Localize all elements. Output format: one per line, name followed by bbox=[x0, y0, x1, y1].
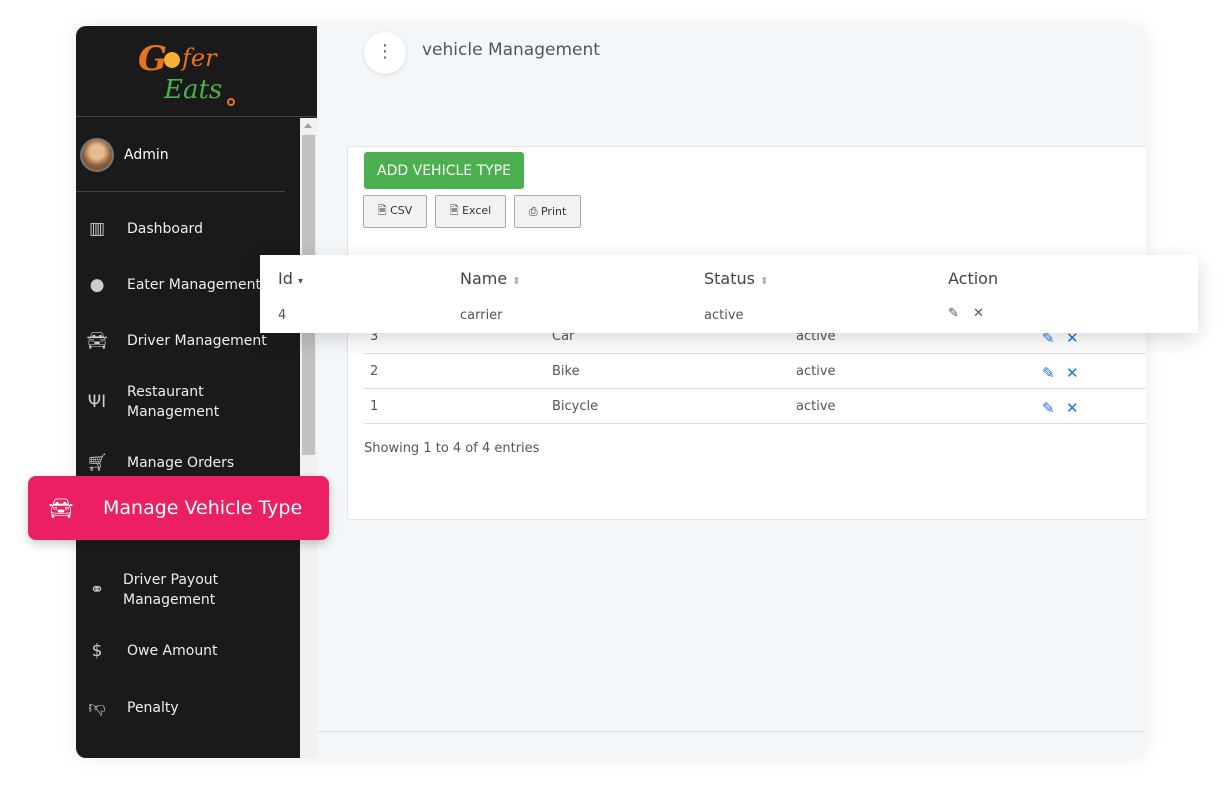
footer-divider bbox=[317, 731, 1146, 732]
sidebar-item-label: Manage Orders bbox=[127, 455, 235, 471]
sidebar-item-manage-orders[interactable]: 🛒︎ Manage Orders bbox=[84, 453, 294, 473]
motorcycle-icon: ⚭ bbox=[89, 580, 105, 600]
sidebar-item-label: Penalty bbox=[127, 699, 179, 716]
delete-icon[interactable]: ✕ bbox=[1066, 399, 1079, 417]
sidebar-item-driver-management[interactable]: 🚘︎ Driver Management bbox=[84, 331, 294, 351]
column-label: Status bbox=[704, 269, 755, 288]
table-info: Showing 1 to 4 of 4 entries bbox=[364, 441, 540, 456]
cell-id: 2 bbox=[370, 364, 379, 379]
sidebar-item-dashboard[interactable]: ▥ Dashboard bbox=[84, 219, 294, 239]
sidebar-item-label: Owe Amount bbox=[127, 643, 218, 659]
divider bbox=[76, 191, 285, 192]
column-label: Name bbox=[460, 269, 508, 288]
delete-icon[interactable]: ✕ bbox=[973, 306, 984, 321]
user-profile[interactable]: Admin bbox=[80, 138, 169, 172]
cart-plus-icon: 🛒︎ bbox=[86, 453, 108, 473]
scroll-up-icon[interactable] bbox=[304, 123, 312, 128]
edit-icon[interactable]: ✎ bbox=[948, 306, 959, 321]
page-title: vehicle Management bbox=[422, 40, 600, 60]
table-row: 2 Bike active ✎ ✕ bbox=[364, 355, 1146, 389]
bar-chart-icon: ▥ bbox=[88, 219, 106, 239]
car-icon: 🚘︎ bbox=[48, 496, 74, 520]
thumbs-down-icon: 👎︎ bbox=[88, 698, 106, 718]
sidebar-item-label: Restaurant Management bbox=[127, 384, 220, 420]
csv-label: CSV bbox=[390, 204, 413, 217]
sidebar-item-label: Driver Payout Management bbox=[123, 572, 219, 608]
cell-id: 4 bbox=[278, 308, 287, 323]
sidebar-item-manage-vehicle-type[interactable]: 🚘︎ Manage Vehicle Type bbox=[28, 476, 329, 540]
delete-icon[interactable]: ✕ bbox=[1066, 364, 1079, 382]
cell-name: Bike bbox=[552, 364, 580, 379]
cell-id: 1 bbox=[370, 399, 379, 414]
user-name: Admin bbox=[124, 147, 169, 163]
sidebar-item-restaurant-management[interactable]: ΨΙ Restaurant Management bbox=[84, 382, 234, 422]
sidebar-scrollbar[interactable] bbox=[300, 118, 317, 758]
topbar: ⋮ vehicle Management bbox=[317, 26, 1146, 136]
car-icon: 🚘︎ bbox=[86, 331, 108, 351]
print-label: Print bbox=[540, 204, 567, 218]
svg-text:Eats: Eats bbox=[163, 75, 222, 105]
table-header-highlight: Id ▾ Name ⬍ Status ⬍ Action 4 carrier ac… bbox=[260, 255, 1198, 333]
utensils-icon: ΨΙ bbox=[87, 392, 107, 412]
csv-export-button[interactable]: 🗎 CSV bbox=[363, 195, 427, 228]
sidebar-item-label: Driver Management bbox=[127, 333, 267, 349]
cell-status: active bbox=[704, 308, 744, 323]
cell-status: active bbox=[796, 364, 836, 379]
edit-icon[interactable]: ✎ bbox=[1042, 399, 1055, 417]
excel-export-button[interactable]: 🗎 Excel bbox=[435, 195, 506, 228]
svg-text:fer: fer bbox=[180, 44, 218, 72]
user-circle-icon: ● bbox=[89, 275, 105, 295]
sidebar-item-label: Dashboard bbox=[127, 221, 203, 237]
edit-icon[interactable]: ✎ bbox=[1042, 364, 1055, 382]
sidebar-item-penalty[interactable]: 👎︎ Penalty bbox=[84, 697, 294, 718]
dollar-icon: $ bbox=[91, 641, 103, 661]
column-header-id[interactable]: Id ▾ bbox=[278, 269, 303, 288]
sort-desc-icon: ▾ bbox=[297, 276, 303, 287]
print-button[interactable]: ⎙ Print bbox=[514, 195, 581, 228]
column-header-status[interactable]: Status ⬍ bbox=[704, 269, 768, 288]
cell-name: Bicycle bbox=[552, 399, 599, 414]
svg-text:G: G bbox=[138, 39, 167, 79]
sort-icon: ⬍ bbox=[512, 276, 521, 287]
sidebar-item-owe-amount[interactable]: $ Owe Amount bbox=[84, 641, 294, 661]
sidebar-item-label: Eater Management bbox=[127, 277, 261, 293]
sidebar: G fer Eats Admin ▥ Dashboard ● Eater Manag… bbox=[76, 26, 317, 758]
avatar bbox=[80, 138, 114, 172]
more-menu-button[interactable]: ⋮ bbox=[364, 32, 406, 74]
logo: G fer Eats bbox=[76, 26, 317, 117]
app-window: G fer Eats Admin ▥ Dashboard ● Eater Manag… bbox=[76, 26, 1146, 758]
column-header-action: Action bbox=[948, 269, 999, 288]
sidebar-item-driver-payout[interactable]: ⚭ Driver Payout Management bbox=[84, 570, 294, 610]
column-label: Id bbox=[278, 269, 293, 288]
cell-status: active bbox=[796, 399, 836, 414]
excel-label: Excel bbox=[462, 204, 492, 217]
sidebar-item-label: Manage Vehicle Type bbox=[103, 497, 303, 519]
add-vehicle-type-button[interactable]: ADD VEHICLE TYPE bbox=[364, 152, 524, 189]
column-header-name[interactable]: Name ⬍ bbox=[460, 269, 521, 288]
sort-icon: ⬍ bbox=[760, 276, 769, 287]
cell-name: carrier bbox=[460, 308, 503, 323]
content-panel: ADD VEHICLE TYPE 🗎 CSV 🗎 Excel ⎙ Print 3… bbox=[347, 146, 1146, 520]
table-row: 1 Bicycle active ✎ ✕ bbox=[364, 390, 1146, 424]
